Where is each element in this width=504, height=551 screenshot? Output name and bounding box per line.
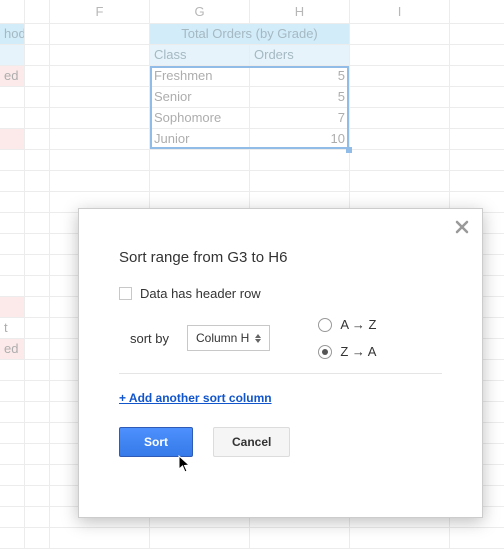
- cell[interactable]: 5: [250, 66, 350, 86]
- cell[interactable]: [50, 129, 150, 149]
- select-caret-icon: [255, 334, 261, 343]
- table-row: [0, 528, 504, 549]
- cell[interactable]: [25, 129, 50, 149]
- cell[interactable]: [50, 45, 150, 65]
- table-row: ed Freshmen 5: [0, 66, 504, 87]
- cell[interactable]: [350, 129, 450, 149]
- radio-a-to-z-label: A → Z: [340, 317, 376, 332]
- cell[interactable]: [350, 66, 450, 86]
- radio-z-to-a[interactable]: [318, 345, 332, 359]
- col-header[interactable]: G: [150, 0, 250, 23]
- divider: [119, 373, 442, 374]
- cell[interactable]: [0, 129, 25, 149]
- table-row: Sophomore 7: [0, 108, 504, 129]
- cell[interactable]: [350, 24, 450, 44]
- cell[interactable]: ed: [0, 339, 25, 359]
- cell[interactable]: t: [0, 318, 25, 338]
- cell[interactable]: [50, 66, 150, 86]
- col-header[interactable]: F: [50, 0, 150, 23]
- cell[interactable]: Orders: [250, 45, 350, 65]
- cell[interactable]: [50, 87, 150, 107]
- add-sort-column-link[interactable]: + Add another sort column: [119, 391, 272, 405]
- cell[interactable]: ed: [0, 66, 25, 86]
- cell[interactable]: Sophomore: [150, 108, 250, 128]
- radio-z-to-a-label: Z → A: [340, 344, 376, 359]
- cell[interactable]: [25, 108, 50, 128]
- cell[interactable]: Freshmen: [150, 66, 250, 86]
- sort-by-label: sort by: [119, 331, 169, 346]
- cell[interactable]: 10: [250, 129, 350, 149]
- close-icon: [454, 223, 470, 238]
- cell[interactable]: hod: [0, 24, 25, 44]
- selection-handle[interactable]: [346, 147, 352, 153]
- dialog-title: Sort range from G3 to H6: [119, 249, 442, 266]
- col-header[interactable]: H: [250, 0, 350, 23]
- cell[interactable]: [350, 45, 450, 65]
- sort-range-dialog: Sort range from G3 to H6 Data has header…: [78, 208, 483, 518]
- col-header[interactable]: [0, 0, 25, 23]
- header-row-checkbox[interactable]: [119, 287, 132, 300]
- cell[interactable]: [25, 45, 50, 65]
- cell[interactable]: [0, 45, 25, 65]
- cell[interactable]: 5: [250, 87, 350, 107]
- close-button[interactable]: [454, 219, 470, 238]
- cell[interactable]: Total Orders (by Grade): [150, 24, 350, 44]
- cell[interactable]: [350, 108, 450, 128]
- table-row: hod Total Orders (by Grade): [0, 24, 504, 45]
- col-header[interactable]: I: [350, 0, 450, 23]
- table-row: Junior 10: [0, 129, 504, 150]
- cell[interactable]: [25, 87, 50, 107]
- cell[interactable]: [0, 108, 25, 128]
- cell[interactable]: Senior: [150, 87, 250, 107]
- cell[interactable]: Class: [150, 45, 250, 65]
- cell[interactable]: [25, 24, 50, 44]
- cell[interactable]: [50, 108, 150, 128]
- cell[interactable]: [25, 66, 50, 86]
- header-row-checkbox-label: Data has header row: [140, 286, 261, 301]
- cell[interactable]: Junior: [150, 129, 250, 149]
- col-header[interactable]: [25, 0, 50, 23]
- cell[interactable]: 7: [250, 108, 350, 128]
- sort-column-select[interactable]: Column H: [187, 325, 270, 351]
- cancel-button[interactable]: Cancel: [213, 427, 290, 457]
- sort-column-value: Column H: [196, 331, 249, 345]
- cell[interactable]: [350, 87, 450, 107]
- table-row: [0, 171, 504, 192]
- radio-a-to-z[interactable]: [318, 318, 332, 332]
- table-row: Class Orders: [0, 45, 504, 66]
- table-row: Senior 5: [0, 87, 504, 108]
- cell[interactable]: [50, 24, 150, 44]
- column-headers-row: F G H I: [0, 0, 504, 24]
- sort-button[interactable]: Sort: [119, 427, 193, 457]
- table-row: [0, 150, 504, 171]
- cell[interactable]: [0, 87, 25, 107]
